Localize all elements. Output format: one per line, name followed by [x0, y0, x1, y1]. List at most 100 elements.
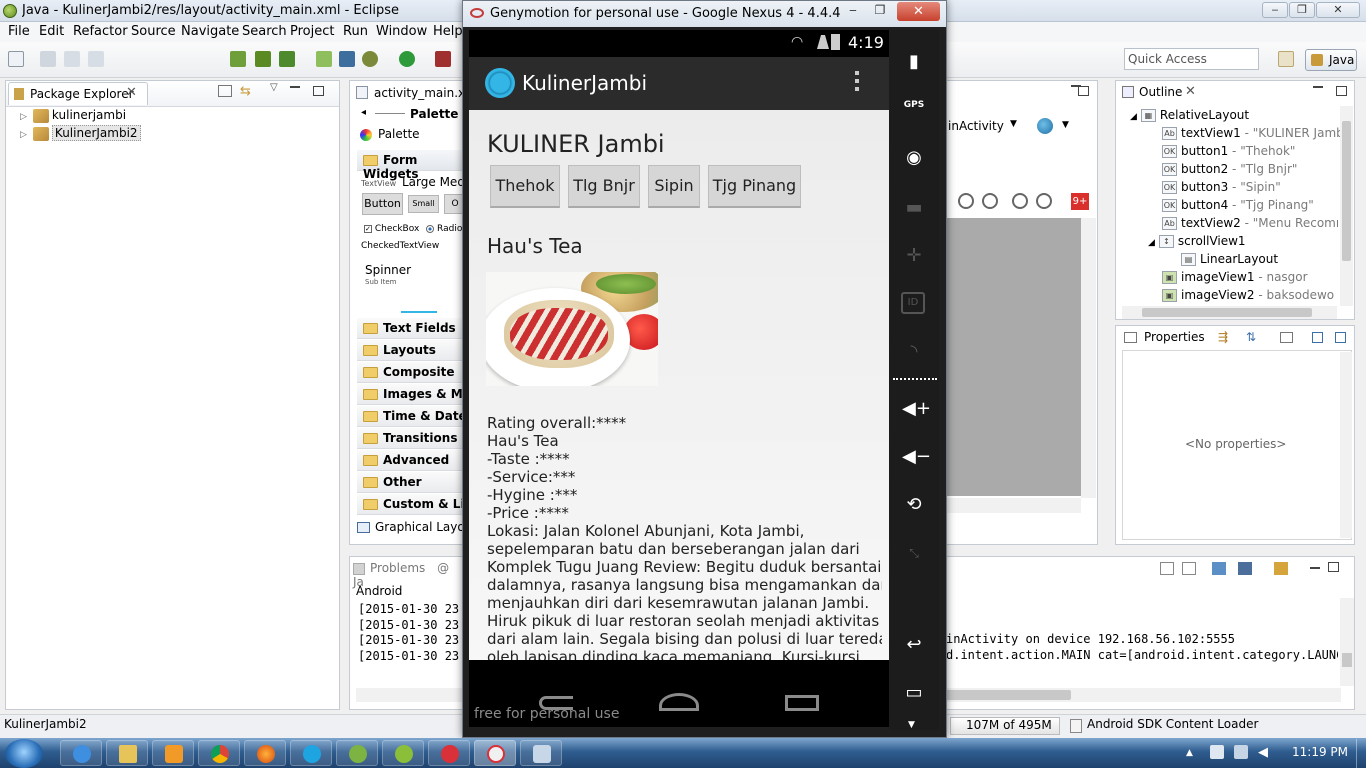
outline-maximize-icon[interactable] [1336, 86, 1347, 96]
open-perspective-icon[interactable] [1278, 51, 1294, 67]
taskbar-media[interactable] [152, 740, 194, 766]
menu-help[interactable]: Help [433, 24, 463, 39]
overflow-menu-icon[interactable] [855, 69, 859, 93]
recent-apps-icon[interactable]: ▭ [902, 681, 926, 705]
palette-other[interactable]: Other [357, 472, 467, 493]
canvas-hscrollbar[interactable] [946, 498, 1081, 513]
back-button-icon[interactable]: ↩ [902, 633, 926, 657]
close-tab-icon[interactable]: ✕ [1185, 84, 1196, 99]
canvas-vscrollbar[interactable] [1081, 218, 1096, 498]
console-vscrollbar[interactable] [1340, 598, 1354, 686]
tab-properties[interactable]: Properties [1122, 328, 1222, 348]
outline-item-textview2[interactable]: AbtextView2 - "Menu Recomme [1162, 216, 1338, 230]
maximize-button[interactable]: ❐ [1289, 2, 1315, 18]
recents-nav-icon[interactable] [785, 695, 819, 711]
palette-small-button-widget[interactable]: Small [408, 195, 439, 213]
taskbar-genymotion[interactable] [428, 740, 470, 766]
sort-icon[interactable]: ⇅ [1246, 330, 1256, 344]
expand-arrow-icon[interactable]: ▷ [20, 112, 27, 122]
error-badge[interactable]: 9+ [1071, 193, 1089, 210]
outline-item-imageview2[interactable]: ▣ imageView2 - baksodewo [1162, 288, 1334, 302]
avd-manager-icon[interactable] [255, 51, 271, 67]
pin-console-icon[interactable] [1212, 562, 1226, 575]
collapse-left-icon[interactable]: ◂ [361, 107, 366, 118]
tray-network-icon[interactable] [1234, 745, 1248, 759]
tlg-bnjr-button[interactable]: Tlg Bnjr [568, 165, 640, 208]
spinner-widget[interactable]: Spinner [365, 263, 411, 277]
menu-edit[interactable]: Edit [39, 24, 64, 39]
quick-access-input[interactable]: Quick Access [1124, 48, 1259, 70]
outline-vscrollbar[interactable] [1340, 106, 1353, 306]
menu-search[interactable]: Search [242, 24, 287, 39]
panel-maximize-icon[interactable] [313, 86, 324, 96]
volume-down-icon[interactable]: ◀− [902, 445, 931, 469]
panel-minimize-icon[interactable] [290, 86, 300, 88]
external-tools-icon[interactable] [435, 51, 451, 67]
tree-item-kulinerjambi[interactable]: ▷ kulinerjambi [20, 108, 126, 123]
palette-composite[interactable]: Composite [357, 362, 467, 383]
tray-volume-icon[interactable]: ◀ [1258, 745, 1272, 760]
outline-item-button2[interactable]: OK button2 - "Tlg Bnjr" [1162, 162, 1297, 176]
save-icon[interactable] [40, 51, 56, 67]
palette-layouts[interactable]: Layouts [357, 340, 467, 361]
taskbar-spotify[interactable] [336, 740, 378, 766]
android-sdk-icon[interactable] [230, 51, 246, 67]
volume-up-icon[interactable]: ◀+ [902, 397, 931, 421]
palette-form-widgets[interactable]: Form Widgets [357, 150, 467, 181]
home-nav-icon[interactable] [659, 693, 699, 711]
categories-icon[interactable]: ⇶ [1218, 330, 1228, 344]
zoom-fit-icon[interactable] [958, 193, 974, 209]
menu-navigate[interactable]: Navigate [181, 24, 239, 39]
emulator-maximize-button[interactable]: ❐ [868, 3, 892, 19]
collapse-all-icon[interactable] [218, 85, 232, 97]
advanced-icon[interactable] [1280, 332, 1293, 343]
open-console-icon[interactable] [1274, 562, 1288, 575]
outline-item-linearlayout[interactable]: ▤ LinearLayout [1181, 252, 1278, 266]
palette-text-fields[interactable]: Text Fields [357, 318, 467, 339]
taskbar-chrome[interactable] [198, 740, 240, 766]
heap-status[interactable]: 107M of 495M [950, 717, 1060, 735]
tjg-pinang-button[interactable]: Tjg Pinang [708, 165, 801, 208]
camera-widget-icon[interactable]: ◉ [902, 146, 926, 170]
outline-item-imageview1[interactable]: ▣ imageView1 - nasgor [1162, 270, 1308, 284]
print-icon[interactable] [88, 51, 104, 67]
taskbar-ie[interactable] [60, 740, 102, 766]
display-console-icon[interactable] [1238, 562, 1252, 575]
scroll-lock-icon[interactable] [1182, 562, 1196, 575]
tree-item-kulinerjambi2[interactable]: ▷ KulinerJambi2 [20, 125, 141, 141]
app-logo-icon[interactable] [485, 68, 515, 98]
collapse-all-icon[interactable] [1335, 332, 1346, 343]
java-perspective-button[interactable]: Java [1305, 49, 1357, 71]
tab-problems[interactable]: Problems [370, 561, 425, 575]
taskbar-clock[interactable]: 11:19 PM [1292, 745, 1348, 759]
console-minimize-icon[interactable] [1310, 567, 1320, 569]
outline-item-textview1[interactable]: Ab textView1 - "KULINER Jambi" [1162, 126, 1353, 140]
palette-button-widget[interactable]: Button [362, 193, 403, 215]
outline-item-button4[interactable]: OK button4 - "Tjg Pinang" [1162, 198, 1314, 212]
taskbar-explorer[interactable] [106, 740, 148, 766]
locale-globe-icon[interactable] [1037, 118, 1053, 134]
sipin-button[interactable]: Sipin [648, 165, 700, 208]
clear-console-icon[interactable] [1160, 562, 1174, 575]
locale-dropdown-icon[interactable]: ▼ [1062, 120, 1069, 130]
palette-advanced[interactable]: Advanced [357, 450, 467, 471]
debug-icon[interactable] [362, 51, 378, 67]
tray-flag-icon[interactable] [1210, 745, 1224, 759]
zoom-out-icon[interactable] [1012, 193, 1028, 209]
new-icon[interactable] [8, 51, 24, 67]
palette-custom-libraries[interactable]: Custom & Libr [357, 494, 467, 515]
outline-root[interactable]: ◢ ▦ RelativeLayout [1130, 108, 1249, 122]
zoom-in-icon[interactable] [1036, 193, 1052, 209]
battery-widget-icon[interactable]: ▮ [902, 50, 926, 74]
taskbar-genymotion-device[interactable] [474, 740, 516, 766]
progress-widget[interactable] [401, 311, 437, 313]
taskbar-skype[interactable] [290, 740, 332, 766]
new-project-icon[interactable] [316, 51, 332, 67]
emulator-minimize-button[interactable]: ‒ [841, 3, 865, 19]
outline-item-scrollview1[interactable]: ◢ ↕ scrollView1 [1148, 234, 1246, 248]
rotate-icon[interactable]: ⟲ [902, 493, 926, 517]
textview-widget-row[interactable]: TextView Large Mediu [361, 175, 466, 189]
save-all-icon[interactable] [64, 51, 80, 67]
close-button[interactable]: ✕ [1316, 2, 1360, 18]
menu-refactor[interactable]: Refactor [73, 24, 128, 39]
